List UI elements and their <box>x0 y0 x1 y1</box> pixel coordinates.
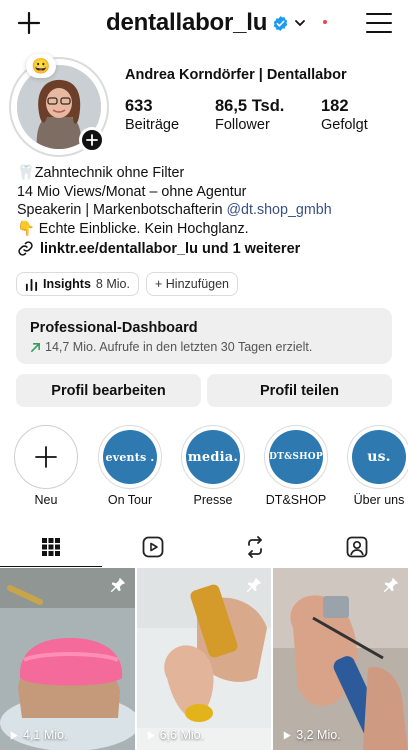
insights-value: 8 Mio. <box>95 277 130 291</box>
highlight-new[interactable]: Neu <box>14 425 78 507</box>
pin-icon <box>110 577 125 593</box>
stat-label: Gefolgt <box>321 117 368 133</box>
hamburger-icon-line <box>366 22 392 24</box>
views-count: 6,6 Mio. <box>159 728 205 742</box>
highlight-on-tour[interactable]: events . On Tour <box>98 425 162 507</box>
username: dentallabor_lu <box>106 9 268 36</box>
highlight-circle: events . <box>98 425 162 489</box>
highlight-label: On Tour <box>107 493 153 507</box>
profile-avatar[interactable]: 😀 <box>9 54 109 157</box>
tab-reels[interactable] <box>102 527 204 567</box>
add-label: + Hinzufügen <box>155 277 230 291</box>
post-thumbnail[interactable]: 4,1 Mio. <box>0 568 135 750</box>
repost-icon <box>248 536 262 558</box>
top-bar: dentallabor_lu <box>0 0 408 48</box>
highlight-circle: DT&SHOP <box>264 425 328 489</box>
bio: 🦷Zahntechnik ohne Filter 14 Mio Views/Mo… <box>17 164 397 238</box>
bar-chart-icon <box>25 278 38 291</box>
bio-link[interactable]: linktr.ee/dentallabor_lu und 1 weiterer <box>17 240 300 257</box>
share-profile-button[interactable]: Profil teilen <box>207 374 392 407</box>
create-post-button[interactable] <box>14 8 44 38</box>
highlight-cover: media. <box>186 430 240 484</box>
dashboard-title: Professional-Dashboard <box>30 320 198 336</box>
plus-icon <box>86 134 98 146</box>
post-thumbnail[interactable]: 3,2 Mio. <box>273 568 408 750</box>
post-image <box>0 568 135 750</box>
insights-label: Insights <box>43 277 91 291</box>
tagged-user-icon <box>346 536 368 558</box>
highlight-cover: DT&SHOP <box>269 430 323 484</box>
post-image <box>273 568 408 750</box>
bio-text: Speakerin | Markenbotschafterin <box>17 202 227 218</box>
highlight-label: Neu <box>34 493 58 507</box>
bio-line: 🦷Zahntechnik ohne Filter <box>17 165 185 181</box>
plus-icon <box>17 11 41 35</box>
trend-up-icon <box>31 342 40 352</box>
account-switcher[interactable]: dentallabor_lu <box>106 9 306 37</box>
play-icon <box>147 730 155 740</box>
verified-badge-icon <box>274 15 288 31</box>
play-icon <box>283 730 291 740</box>
stat-following[interactable]: 182 Gefolgt <box>321 96 368 134</box>
hamburger-icon <box>366 13 392 15</box>
stat-posts[interactable]: 633 Beiträge <box>125 96 179 134</box>
hamburger-icon-line <box>366 31 392 33</box>
bio-line: Speakerin | Markenbotschafterin @dt.shop… <box>17 201 397 220</box>
bio-link-text: linktr.ee/dentallabor_lu und 1 weiterer <box>40 240 301 257</box>
pin-icon <box>383 577 398 593</box>
bio-line: 14 Mio Views/Monat – ohne Agentur <box>17 183 247 200</box>
edit-profile-button[interactable]: Profil bearbeiten <box>16 374 201 407</box>
highlight-cover: events . <box>103 430 157 484</box>
post-image <box>136 568 272 750</box>
views-count: 3,2 Mio. <box>296 728 341 742</box>
tab-reposts[interactable] <box>204 527 306 567</box>
highlight-circle: media. <box>181 425 245 489</box>
highlight-label: Über uns <box>353 493 405 507</box>
highlight-cover: us. <box>352 430 406 484</box>
note-emoji: 😀 <box>31 58 51 75</box>
dashboard-subtitle: 14,7 Mio. Aufrufe in den letzten 30 Tage… <box>30 339 378 355</box>
stat-followers[interactable]: 86,5 Tsd. Follower <box>215 96 284 134</box>
mention-link[interactable]: @dt.shop_gmbh <box>227 202 332 218</box>
post-views: 6,6 Mio. <box>145 728 204 742</box>
menu-button[interactable] <box>366 10 392 36</box>
views-count: 4,1 Mio. <box>23 728 68 742</box>
professional-dashboard[interactable]: Professional-Dashboard 14,7 Mio. Aufrufe… <box>16 308 392 364</box>
stat-label: Follower <box>215 117 270 133</box>
grid-icon <box>42 538 60 556</box>
highlight-ueber-uns[interactable]: us. Über uns <box>347 425 408 507</box>
plus-icon <box>35 446 57 468</box>
tab-tagged[interactable] <box>306 527 408 567</box>
stat-value: 633 <box>125 97 153 115</box>
tab-posts[interactable] <box>0 527 102 567</box>
pin-icon <box>246 577 262 593</box>
highlight-dtshop[interactable]: DT&SHOP DT&SHOP <box>264 425 328 507</box>
stat-value: 86,5 Tsd. <box>215 97 285 115</box>
posts-grid: 4,1 Mio. 6,6 Mio. 3,2 Mio. <box>0 568 408 750</box>
reels-icon <box>142 536 164 558</box>
chevron-down-icon <box>295 20 306 27</box>
stat-label: Beiträge <box>125 117 180 133</box>
stat-value: 182 <box>321 97 349 115</box>
add-story-button[interactable] <box>79 127 105 153</box>
post-views: 3,2 Mio. <box>281 728 341 742</box>
link-icon <box>18 241 33 256</box>
highlight-label: DT&SHOP <box>265 493 327 507</box>
add-pill[interactable]: + Hinzufügen <box>146 272 239 296</box>
highlight-circle: us. <box>347 425 408 489</box>
post-views: 4,1 Mio. <box>8 728 67 742</box>
post-thumbnail[interactable]: 6,6 Mio. <box>136 568 272 750</box>
dashboard-subtitle-text: 14,7 Mio. Aufrufe in den letzten 30 Tage… <box>45 340 313 354</box>
profile-tabs <box>0 527 408 567</box>
notification-dot <box>323 20 327 24</box>
bio-line: 👇 Echte Einblicke. Kein Hochglanz. <box>17 220 249 237</box>
highlight-circle <box>14 425 78 489</box>
display-name: Andrea Korndörfer | Dentallabor <box>125 67 347 83</box>
note-bubble[interactable]: 😀 <box>26 54 56 78</box>
highlight-presse[interactable]: media. Presse <box>181 425 245 507</box>
insights-pill[interactable]: Insights 8 Mio. <box>16 272 139 296</box>
play-icon <box>10 730 18 740</box>
highlight-label: Presse <box>193 493 233 507</box>
